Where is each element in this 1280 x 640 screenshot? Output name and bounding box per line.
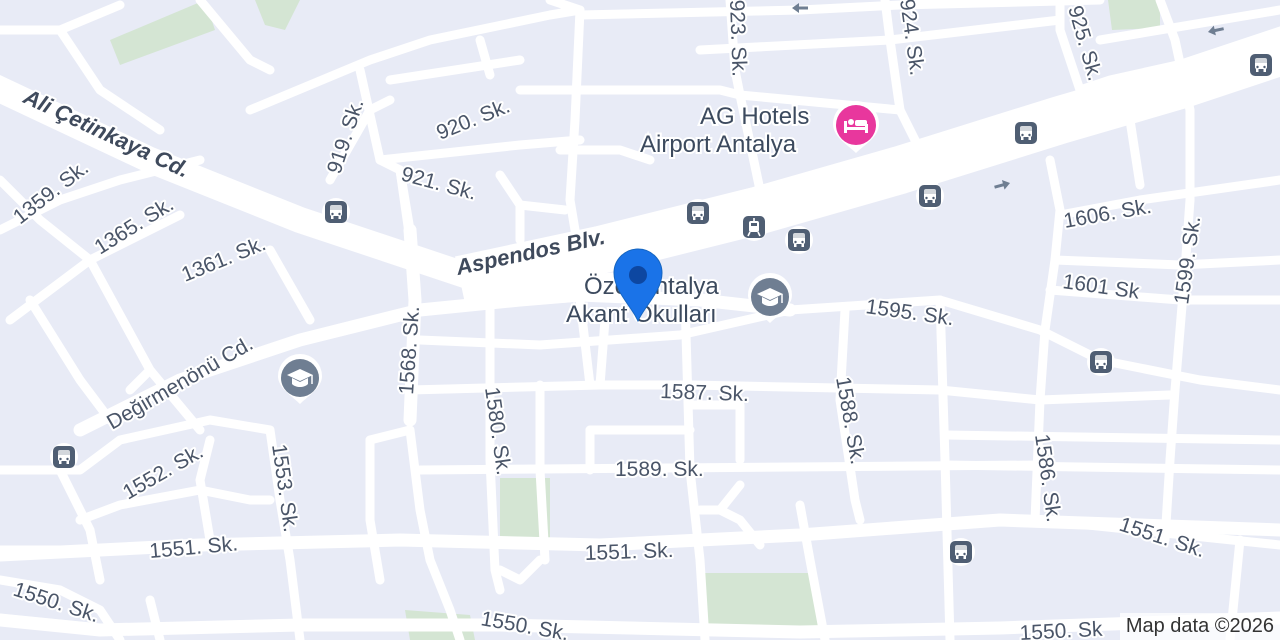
street-label: 1553. Sk. — [267, 442, 302, 533]
bus-stop-icon[interactable] — [322, 198, 350, 226]
park-area — [255, 0, 300, 30]
street-label: 1568. Sk. — [395, 305, 424, 395]
park-area — [110, 0, 215, 65]
map-canvas[interactable]: Ali Çetinkaya Cd. Aspendos Blv. 1359. Sk… — [0, 0, 1280, 640]
park-area — [1108, 0, 1160, 30]
street-label: 1589. Sk. — [615, 458, 704, 481]
street-label: 1601 Sk — [1061, 270, 1141, 304]
bus-stop-icon[interactable] — [684, 199, 712, 227]
bus-stop-icon[interactable] — [1087, 348, 1115, 376]
street-label: 1587. Sk. — [660, 380, 749, 406]
bus-stop-icon[interactable] — [785, 226, 813, 254]
hotel-label-line1[interactable]: AG Hotels — [698, 101, 811, 132]
street-label: 1361. Sk. — [178, 232, 269, 287]
street-label: 1551. Sk. — [148, 532, 238, 563]
street-label: 919. Sk. — [323, 96, 369, 176]
street-label: 920. Sk. — [433, 94, 513, 144]
hotel-label-line2[interactable]: Airport Antalya — [638, 129, 799, 160]
street-label: 1606. Sk. — [1062, 195, 1153, 233]
hotel-bed-icon[interactable] — [833, 101, 879, 153]
one-way-arrow-icon — [994, 179, 1010, 190]
bus-stop-icon[interactable] — [1247, 51, 1275, 79]
tram-stop-icon[interactable] — [740, 213, 768, 241]
park-area — [700, 573, 820, 632]
street-label: 1551. Sk. — [584, 539, 673, 565]
street-label: 1580. Sk. — [480, 385, 515, 476]
street-label: 1550. Sk — [1019, 618, 1103, 640]
street-label: 921. Sk. — [399, 163, 479, 205]
street-label: 923. Sk. — [725, 0, 751, 77]
school-icon[interactable] — [278, 354, 322, 404]
one-way-arrow-icon — [1208, 25, 1224, 36]
map-attribution[interactable]: Map data ©2026 — [1119, 613, 1280, 640]
bus-stop-icon[interactable] — [947, 538, 975, 566]
street-label: 1550. Sk. — [479, 607, 570, 640]
bus-stop-icon[interactable] — [916, 182, 944, 210]
map-svg: Ali Çetinkaya Cd. Aspendos Blv. 1359. Sk… — [0, 0, 1280, 640]
street-label: Değirmenönü Cd. — [103, 332, 257, 434]
bus-stop-icon[interactable] — [50, 443, 78, 471]
bus-stop-icon[interactable] — [1012, 119, 1040, 147]
